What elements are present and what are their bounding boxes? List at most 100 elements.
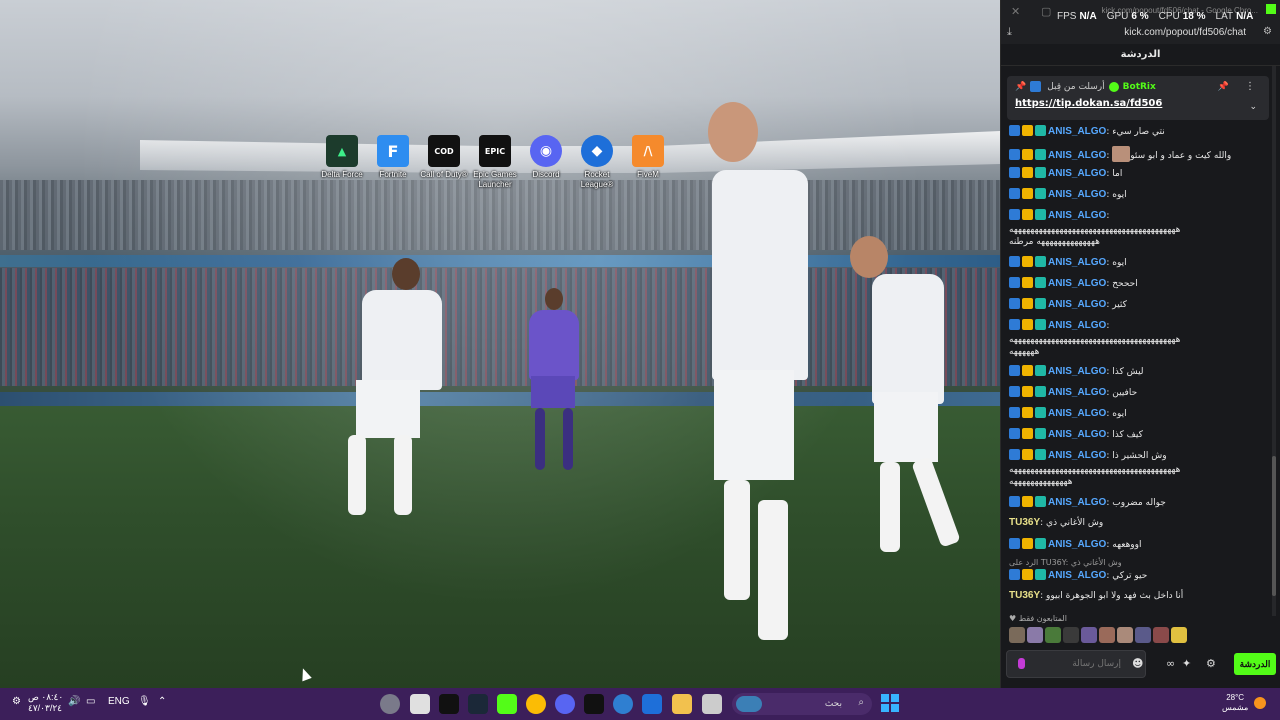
desktop-icon-delta-force[interactable]: ▲ Delta Force bbox=[316, 135, 368, 180]
chat-message[interactable]: TU36Y: أنا داخل بث فهد ولا ابو الجوهرة ا… bbox=[1009, 590, 1261, 602]
chat-message[interactable]: ANIS_ALGO: حافيين bbox=[1009, 386, 1261, 399]
microphone-icon[interactable] bbox=[1018, 658, 1025, 669]
chat-message-input[interactable] bbox=[1006, 650, 1146, 678]
chat-message[interactable]: ANIS_ALGO: احححح bbox=[1009, 277, 1261, 290]
chat-scrollbar[interactable] bbox=[1272, 66, 1276, 616]
chrome-app-icon[interactable] bbox=[526, 694, 546, 714]
avatar[interactable] bbox=[1135, 627, 1151, 643]
epic-games-taskbar-icon[interactable] bbox=[439, 694, 459, 714]
chat-message[interactable]: ANIS_ALGO: bbox=[1009, 319, 1261, 332]
task-view-icon[interactable] bbox=[702, 694, 722, 714]
desktop-icon-fivem[interactable]: /\ FiveM bbox=[622, 135, 674, 180]
chat-message[interactable]: ههههههه bbox=[1009, 347, 1261, 358]
chat-message[interactable]: هههههههههههههههههههههههههههههههههههههههه… bbox=[1009, 225, 1261, 236]
maximize-icon[interactable]: ▢ bbox=[1041, 5, 1051, 18]
infinity-icon[interactable]: ∞ bbox=[1166, 657, 1175, 670]
avatar[interactable] bbox=[1045, 627, 1061, 643]
pinned-author[interactable]: BotRix bbox=[1123, 82, 1156, 92]
chat-message[interactable]: ANIS_ALGO: ايوه bbox=[1009, 188, 1261, 201]
file-explorer-icon[interactable] bbox=[672, 694, 692, 714]
chat-message[interactable]: ANIS_ALGO: كثير bbox=[1009, 298, 1261, 311]
avatar[interactable] bbox=[1099, 627, 1115, 643]
chat-username[interactable]: ANIS_ALGO bbox=[1048, 126, 1106, 137]
avatar[interactable] bbox=[1171, 627, 1187, 643]
bits-icon[interactable]: ✦ bbox=[1182, 657, 1191, 670]
desktop-icon-epic-games[interactable]: EPIC Epic Games Launcher bbox=[469, 135, 521, 190]
chat-username[interactable]: ANIS_ALGO bbox=[1048, 168, 1106, 179]
chat-username[interactable]: TU36Y bbox=[1009, 590, 1040, 601]
chat-message[interactable]: ههههههههههههههه مرطنه bbox=[1009, 237, 1261, 248]
avatar[interactable] bbox=[1117, 627, 1133, 643]
network-icon[interactable]: ▭ bbox=[86, 696, 95, 707]
chat-username[interactable]: ANIS_ALGO bbox=[1048, 539, 1106, 550]
chat-message-list[interactable]: ANIS_ALGO: نتي صار سيء ANIS_ALGO: والله ك… bbox=[1001, 66, 1269, 616]
address-bar[interactable]: kick.com/popout/fd506/chat bbox=[1124, 27, 1246, 38]
chat-message[interactable]: ANIS_ALGO: والله كيت و عماد و ابو سئو bbox=[1009, 146, 1261, 162]
more-options-icon[interactable]: ⋮ bbox=[1245, 81, 1255, 92]
settings-app-icon[interactable] bbox=[380, 694, 400, 714]
site-settings-icon[interactable]: ⚙ bbox=[1263, 26, 1272, 37]
chat-message[interactable]: ANIS_ALGO: حيو تركي bbox=[1009, 569, 1261, 582]
pinned-link[interactable]: https://tip.dokan.sa/fd506 bbox=[1015, 98, 1261, 109]
volume-icon[interactable]: 🔊 bbox=[68, 696, 80, 707]
desktop-icon-rocket-league[interactable]: ◆ Rocket League® bbox=[571, 135, 623, 190]
chat-username[interactable]: ANIS_ALGO bbox=[1048, 299, 1106, 310]
chat-username[interactable]: ANIS_ALGO bbox=[1048, 320, 1106, 331]
chat-message[interactable]: ANIS_ALGO: ليش كذا bbox=[1009, 365, 1261, 378]
chat-message[interactable]: ANIS_ALGO: اووهعهه bbox=[1009, 538, 1261, 551]
desktop-icon-discord[interactable]: ◉ Discord bbox=[520, 135, 572, 180]
chat-username[interactable]: TU36Y bbox=[1009, 517, 1040, 528]
pinned-message[interactable]: 📌 أرسلت من قِبل BotRix https://tip.dokan… bbox=[1007, 76, 1269, 120]
chevron-down-icon[interactable]: ⌄ bbox=[1249, 102, 1257, 112]
chevron-up-icon[interactable]: ⌃ bbox=[158, 696, 166, 707]
chat-message[interactable]: ANIS_ALGO: نتي صار سيء bbox=[1009, 125, 1261, 138]
chat-username[interactable]: ANIS_ALGO bbox=[1048, 278, 1106, 289]
discord-taskbar-icon[interactable] bbox=[555, 694, 575, 714]
chat-message[interactable]: ANIS_ALGO: كيف كذا bbox=[1009, 428, 1261, 441]
chat-username[interactable]: ANIS_ALGO bbox=[1048, 189, 1106, 200]
close-icon[interactable]: ✕ bbox=[1011, 5, 1020, 18]
chat-username[interactable]: ANIS_ALGO bbox=[1048, 429, 1106, 440]
store-app-icon[interactable] bbox=[410, 694, 430, 714]
chat-username[interactable]: ANIS_ALGO bbox=[1048, 450, 1106, 461]
rocket-league-taskbar-icon[interactable] bbox=[642, 694, 662, 714]
avatar[interactable] bbox=[1081, 627, 1097, 643]
chat-username[interactable]: ANIS_ALGO bbox=[1048, 150, 1106, 161]
windows-start-icon[interactable] bbox=[881, 694, 899, 712]
unpin-icon[interactable]: 📌 bbox=[1218, 82, 1229, 92]
taskbar-search[interactable]: بحث ⌕ bbox=[732, 693, 872, 715]
kick-app-icon[interactable] bbox=[497, 694, 517, 714]
chat-username[interactable]: ANIS_ALGO bbox=[1048, 210, 1106, 221]
chat-message[interactable]: ANIS_ALGO: ايوه bbox=[1009, 407, 1261, 420]
chat-username[interactable]: ANIS_ALGO bbox=[1048, 387, 1106, 398]
call-of-duty-taskbar-icon[interactable] bbox=[584, 694, 604, 714]
chat-username[interactable]: ANIS_ALGO bbox=[1048, 257, 1106, 268]
chat-username[interactable]: ANIS_ALGO bbox=[1048, 366, 1106, 377]
chat-message[interactable]: الرد على TU36Y: وش الأغاني ذي bbox=[1009, 557, 1261, 569]
chat-username[interactable]: ANIS_ALGO bbox=[1048, 570, 1106, 581]
settings-icon[interactable]: ⚙ bbox=[12, 696, 21, 707]
gear-icon[interactable]: ⚙ bbox=[1206, 657, 1216, 670]
send-chat-button[interactable]: الدردشة bbox=[1234, 653, 1276, 675]
emoji-icon[interactable]: ☻ bbox=[1132, 657, 1143, 670]
chat-username[interactable]: ANIS_ALGO bbox=[1048, 408, 1106, 419]
download-icon[interactable]: ⤓ bbox=[1007, 26, 1012, 39]
avatar[interactable] bbox=[1027, 627, 1043, 643]
chat-message[interactable]: ANIS_ALGO: ايوه bbox=[1009, 256, 1261, 269]
system-clock[interactable]: ٠٨:٤٠ ص ٤٧/٠٣/٢٤ bbox=[28, 692, 63, 714]
chat-message[interactable]: ANIS_ALGO: اما bbox=[1009, 167, 1261, 180]
avatar[interactable] bbox=[1009, 627, 1025, 643]
chat-message[interactable]: ههههههههههههههه bbox=[1009, 477, 1261, 488]
chat-username[interactable]: ANIS_ALGO bbox=[1048, 497, 1106, 508]
language-indicator[interactable]: ENG bbox=[108, 696, 130, 707]
chat-message[interactable]: هههههههههههههههههههههههههههههههههههههههه… bbox=[1009, 465, 1261, 476]
avatar[interactable] bbox=[1153, 627, 1169, 643]
edge-app-icon[interactable] bbox=[613, 694, 633, 714]
steam-app-icon[interactable] bbox=[468, 694, 488, 714]
microphone-tray-icon[interactable]: 🎙 bbox=[138, 696, 151, 707]
chat-message[interactable]: TU36Y: وش الأغاني ذي bbox=[1009, 517, 1261, 529]
weather-widget[interactable]: 28°C مشمس bbox=[1222, 693, 1266, 713]
chat-message[interactable]: ANIS_ALGO: جواله مضروب bbox=[1009, 496, 1261, 509]
chat-message[interactable]: ANIS_ALGO: bbox=[1009, 209, 1261, 222]
avatar[interactable] bbox=[1063, 627, 1079, 643]
